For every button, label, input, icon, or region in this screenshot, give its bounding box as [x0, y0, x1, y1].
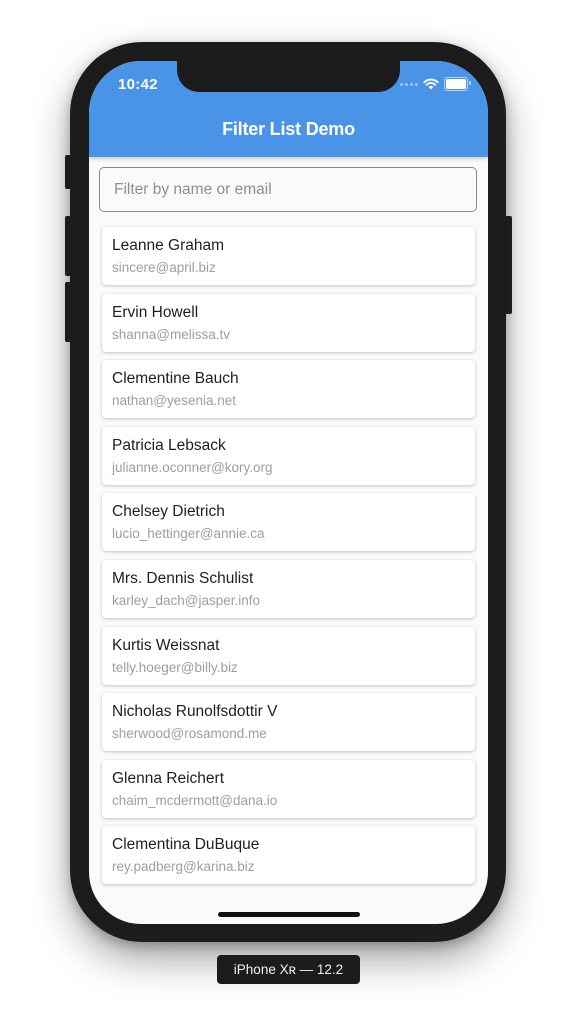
- user-email: karley_dach@jasper.info: [112, 593, 261, 608]
- user-email: nathan@yesenia.net: [112, 393, 237, 409]
- user-name: Nicholas Runolfsdottir V: [112, 703, 278, 721]
- power-button: [505, 216, 512, 314]
- user-name: Kurtis Weissnat: [112, 636, 220, 654]
- user-name: Leanne Graham: [112, 237, 225, 254]
- phone-screen: 10:42 Filter List Demo Leanne Graham sinc…: [89, 61, 488, 924]
- user-email: chaim_mcdermott@dana.io: [112, 792, 278, 808]
- user-name: Clementina DuBuque: [112, 836, 260, 854]
- user-email: rey.padberg@karina.biz: [112, 859, 255, 875]
- user-list-item[interactable]: Leanne Graham sincere@april.biz: [102, 227, 475, 285]
- status-icons: [400, 76, 471, 92]
- user-name: Ervin Howell: [112, 303, 199, 321]
- user-name: Clementine Bauch: [112, 370, 239, 388]
- user-list-item[interactable]: Glenna Reichert chaim_mcdermott@dana.io: [102, 759, 475, 818]
- notch: [177, 61, 400, 92]
- user-email: lucio_hettinger@annie.ca: [112, 526, 265, 542]
- user-name: Patricia Lebsack: [112, 436, 226, 454]
- user-list-item[interactable]: Clementina DuBuque rey.padberg@karina.biz: [102, 826, 475, 885]
- user-list-item[interactable]: Nicholas Runolfsdottir V sherwood@rosamon…: [102, 693, 475, 752]
- user-name: Glenna Reichert: [112, 769, 225, 787]
- user-list-item[interactable]: Mrs. Dennis Schulist karley_dach@jasper.i…: [102, 560, 475, 618]
- user-email: sincere@april.biz: [112, 260, 216, 275]
- user-email: sherwood@rosamond.me: [112, 726, 267, 742]
- user-email: telly.hoeger@billy.biz: [112, 659, 238, 675]
- signal-dots-icon: [400, 82, 418, 86]
- user-list-item[interactable]: Ervin Howell shanna@melissa.tv: [102, 293, 475, 352]
- app-bar-title: Filter List Demo: [222, 119, 355, 139]
- filter-search-input[interactable]: [99, 167, 477, 212]
- battery-icon: [444, 77, 471, 91]
- user-name: Mrs. Dennis Schulist: [112, 570, 254, 587]
- user-list-item[interactable]: Kurtis Weissnat telly.hoeger@billy.biz: [102, 626, 475, 685]
- user-list-item[interactable]: Patricia Lebsack julianne.oconner@kory.or…: [102, 426, 475, 485]
- home-indicator[interactable]: [218, 912, 360, 917]
- status-time: 10:42: [118, 76, 158, 93]
- user-name: Chelsey Dietrich: [112, 503, 225, 521]
- user-list-item[interactable]: Chelsey Dietrich lucio_hettinger@annie.ca: [102, 493, 475, 552]
- user-list-item[interactable]: Clementine Bauch nathan@yesenia.net: [102, 360, 475, 419]
- wifi-icon: [423, 78, 439, 90]
- user-email: julianne.oconner@kory.org: [112, 459, 273, 475]
- device-label: iPhone Xʀ — 12.2: [217, 955, 360, 984]
- user-email: shanna@melissa.tv: [112, 326, 231, 342]
